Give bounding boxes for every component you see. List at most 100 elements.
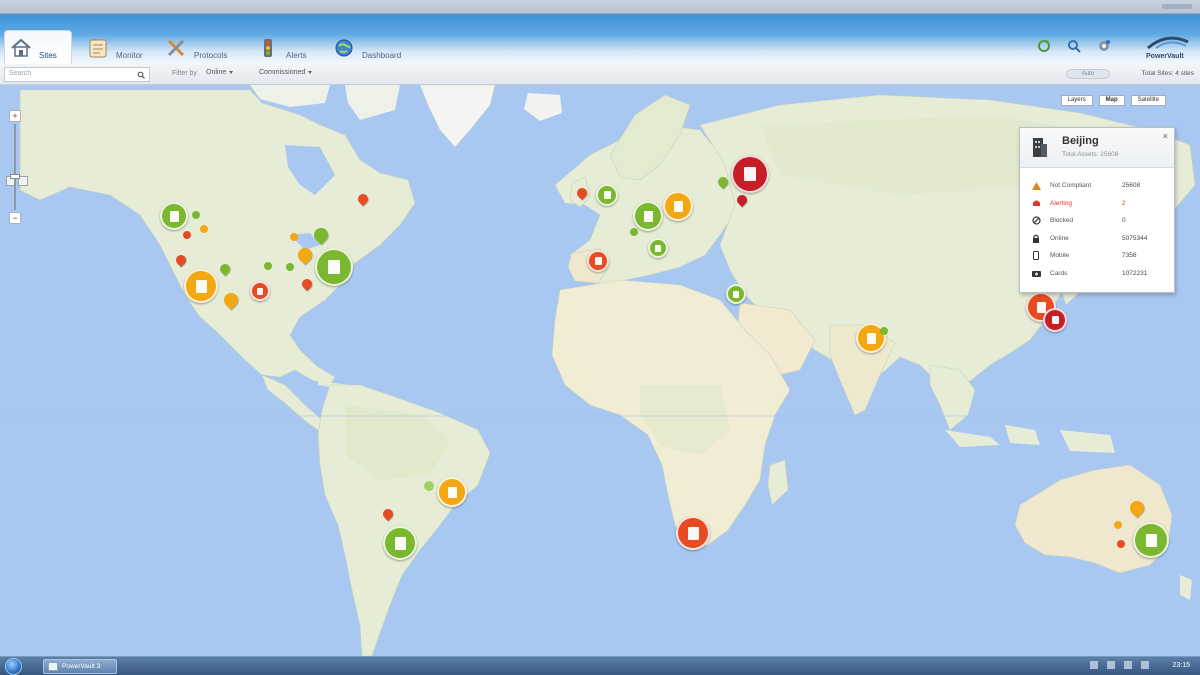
refresh-icon[interactable]	[1036, 38, 1052, 54]
chevron-down-icon	[229, 70, 234, 74]
taskbar-app-button[interactable]: PowerVault 3	[43, 659, 117, 674]
zoom-slider-handle[interactable]	[10, 174, 20, 179]
network-icon[interactable]	[1107, 661, 1116, 669]
site-marker[interactable]	[1043, 308, 1067, 332]
status-filter-value: Online	[206, 69, 227, 76]
os-taskbar: PowerVault 3 23:15	[0, 656, 1200, 675]
map-view-button[interactable]: Map	[1098, 95, 1125, 106]
zoom-slider[interactable]	[10, 124, 20, 210]
toolbar-icons	[1036, 38, 1112, 54]
chevron-down-icon	[308, 70, 313, 74]
popup-city-name: Beijing	[1062, 135, 1099, 147]
site-marker[interactable]	[726, 284, 746, 304]
stat-value: 2	[1122, 199, 1126, 207]
site-dot[interactable]	[630, 228, 638, 236]
site-dot[interactable]	[200, 225, 208, 233]
site-dot[interactable]	[424, 481, 434, 491]
stat-value: 0	[1122, 217, 1126, 225]
stat-label: Online	[1050, 234, 1069, 242]
zoom-out-button[interactable]: −	[9, 212, 21, 224]
tray-arrow-icon[interactable]	[1090, 661, 1099, 669]
filter-bar: Search Filter by Online Commissioned Aut…	[0, 64, 1200, 85]
system-tray: 23:15	[1090, 661, 1190, 669]
tab-label: Sites	[39, 51, 57, 60]
tab-dashboard[interactable]: Dashboard	[332, 30, 401, 64]
warning-icon	[1030, 181, 1042, 190]
site-marker[interactable]	[1133, 522, 1169, 558]
stat-value: 7356	[1122, 252, 1137, 260]
site-marker[interactable]	[383, 526, 417, 560]
search-icon[interactable]	[137, 71, 145, 81]
site-marker[interactable]	[315, 248, 353, 286]
tab-label: Dashboard	[362, 51, 402, 60]
search-placeholder: Search	[9, 70, 32, 77]
tab-label: Monitor	[116, 51, 143, 60]
lock-icon	[1030, 234, 1042, 243]
start-button[interactable]	[5, 658, 22, 675]
site-marker[interactable]	[587, 250, 609, 272]
stat-label: Blocked	[1050, 217, 1074, 225]
popup-stat-row: Alerting 2	[1030, 195, 1164, 213]
site-marker[interactable]	[633, 201, 663, 231]
popup-stats: Not Compliant 25608 Alerting 2 Blocked 0…	[1020, 168, 1174, 282]
status-filter-dropdown[interactable]: Online	[203, 68, 236, 80]
site-marker[interactable]	[160, 202, 188, 230]
site-dot[interactable]	[290, 233, 298, 241]
site-dot[interactable]	[192, 211, 200, 219]
search-input[interactable]: Search	[4, 67, 150, 82]
site-dot[interactable]	[1117, 540, 1125, 548]
camera-icon	[1030, 269, 1042, 278]
search-icon[interactable]	[1066, 38, 1082, 54]
site-marker[interactable]	[731, 155, 769, 193]
flag-icon[interactable]	[1124, 661, 1133, 669]
site-marker[interactable]	[437, 477, 467, 507]
settings-icon[interactable]	[1096, 38, 1112, 54]
zoom-in-button[interactable]: +	[9, 110, 21, 122]
site-dot[interactable]	[264, 262, 272, 270]
close-icon[interactable]: ×	[1163, 131, 1168, 141]
stat-label: Cards	[1050, 269, 1068, 277]
auto-refresh-toggle[interactable]: Auto	[1066, 69, 1110, 79]
building-icon	[1032, 136, 1048, 158]
alarm-icon	[1030, 199, 1042, 208]
volume-icon[interactable]	[1141, 661, 1150, 669]
popup-stat-row: Mobile 7356	[1030, 247, 1164, 265]
clipboard-icon	[86, 36, 110, 60]
brand-logo: PowerVault	[1142, 34, 1192, 62]
traffic-light-icon	[256, 36, 280, 60]
popup-stat-row: Blocked 0	[1030, 212, 1164, 230]
site-dot[interactable]	[880, 327, 888, 335]
system-clock[interactable]: 23:15	[1172, 662, 1190, 669]
stat-value: 1072231	[1122, 269, 1148, 277]
app-window: Sites Monitor Protocols Alerts Dashboard	[0, 0, 1200, 675]
satellite-view-button[interactable]: Satellite	[1130, 95, 1166, 106]
layers-button[interactable]: Layers	[1060, 95, 1093, 106]
site-marker[interactable]	[648, 238, 668, 258]
zoom-control: + −	[9, 110, 23, 224]
tab-monitor[interactable]: Monitor	[86, 30, 143, 64]
app-toolbar: Sites Monitor Protocols Alerts Dashboard	[0, 14, 1200, 64]
group-filter-dropdown[interactable]: Commissioned	[256, 68, 315, 80]
site-marker[interactable]	[596, 184, 618, 206]
globe-icon	[332, 36, 356, 60]
map-type-control: Layers Map Satellite	[1060, 95, 1166, 106]
tab-protocols[interactable]: Protocols	[164, 30, 227, 64]
taskbar-app-label: PowerVault 3	[62, 663, 101, 670]
site-marker[interactable]	[663, 191, 693, 221]
site-dot[interactable]	[1114, 521, 1122, 529]
popup-header: Beijing Total Assets: 25608 ×	[1020, 128, 1174, 168]
site-marker[interactable]	[676, 516, 710, 550]
stat-value: 5075344	[1122, 234, 1148, 242]
site-marker[interactable]	[184, 269, 218, 303]
site-dot[interactable]	[286, 263, 294, 271]
window-title-bar	[0, 0, 1200, 14]
popup-stat-row: Cards 1072231	[1030, 265, 1164, 283]
app-window-icon	[48, 662, 58, 671]
site-info-popup: Beijing Total Assets: 25608 × Not Compli…	[1019, 127, 1175, 293]
tab-sites[interactable]: Sites	[4, 30, 72, 64]
site-dot[interactable]	[183, 231, 191, 239]
brand-name: PowerVault	[1146, 53, 1184, 60]
tab-alerts[interactable]: Alerts	[256, 30, 306, 64]
site-marker[interactable]	[250, 281, 270, 301]
stat-value: 25608	[1122, 182, 1141, 190]
